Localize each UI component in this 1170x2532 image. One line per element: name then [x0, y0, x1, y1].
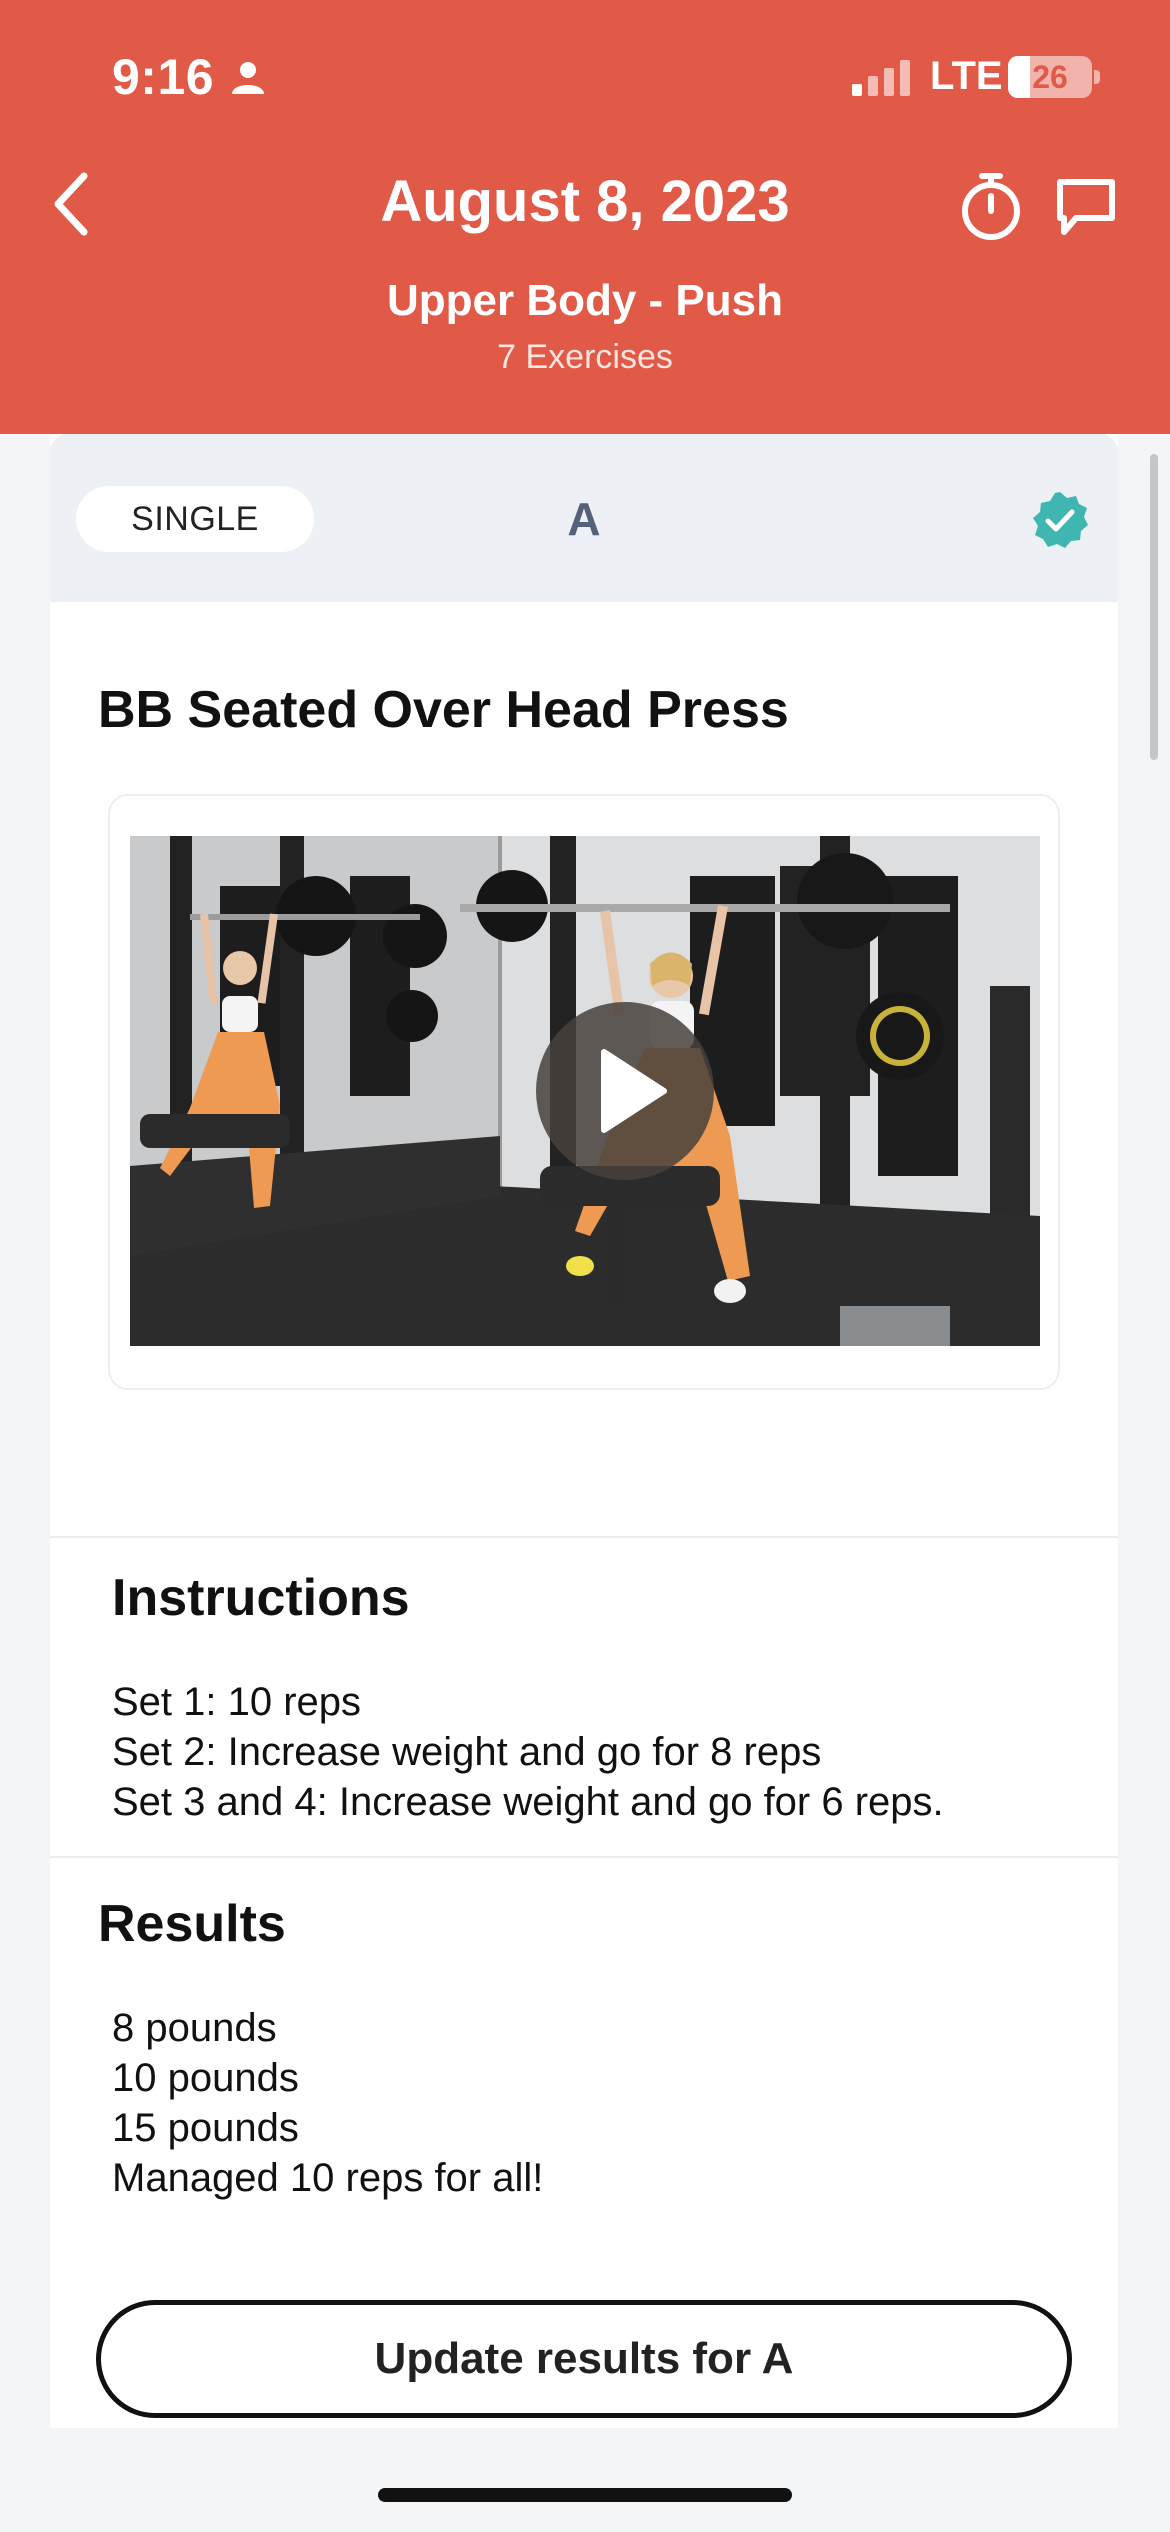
stopwatch-icon[interactable] — [958, 172, 1024, 242]
instruction-line: Set 2: Increase weight and go for 8 reps — [112, 1730, 822, 1774]
play-button[interactable] — [536, 1002, 714, 1180]
exercise-title: BB Seated Over Head Press — [98, 681, 789, 739]
exercise-card: SINGLE A BB Seated Over Head Press Instr… — [50, 434, 1118, 2428]
result-line: 8 pounds — [112, 2006, 277, 2050]
home-indicator[interactable] — [378, 2488, 792, 2502]
network-type: LTE — [930, 54, 1003, 98]
person-icon — [232, 62, 264, 94]
exercise-count: 7 Exercises — [497, 338, 673, 376]
video-thumbnail[interactable] — [130, 836, 1040, 1346]
update-results-button[interactable]: Update results for A — [96, 2300, 1072, 2418]
exercise-card-header: SINGLE A — [50, 434, 1118, 602]
battery-nub — [1094, 70, 1100, 84]
scrollbar[interactable] — [1150, 454, 1158, 760]
instruction-line: Set 3 and 4: Increase weight and go for … — [112, 1780, 944, 1824]
instructions-heading: Instructions — [112, 1569, 410, 1627]
result-line: 15 pounds — [112, 2106, 299, 2150]
exercise-group-letter: A — [567, 493, 601, 545]
play-icon — [601, 1049, 667, 1133]
results-heading: Results — [98, 1895, 286, 1953]
instruction-line: Set 1: 10 reps — [112, 1680, 362, 1724]
result-line: 10 pounds — [112, 2056, 299, 2100]
status-time: 9:16 — [112, 49, 215, 105]
check-badge-icon — [1033, 492, 1088, 548]
app-header: 9:16 LTE 26 August 8, 2023 Upper Body - … — [0, 0, 1170, 434]
battery-icon: 26 — [1008, 56, 1092, 98]
result-line: Managed 10 reps for all! — [112, 2156, 544, 2200]
cellular-signal-icon — [852, 60, 910, 96]
section-divider — [50, 1856, 1118, 1858]
section-divider — [50, 1536, 1118, 1538]
workout-name: Upper Body - Push — [386, 276, 784, 325]
chat-bubble-icon[interactable] — [1054, 176, 1118, 238]
battery-level: 26 — [1032, 59, 1068, 95]
video-player[interactable] — [108, 794, 1060, 1390]
